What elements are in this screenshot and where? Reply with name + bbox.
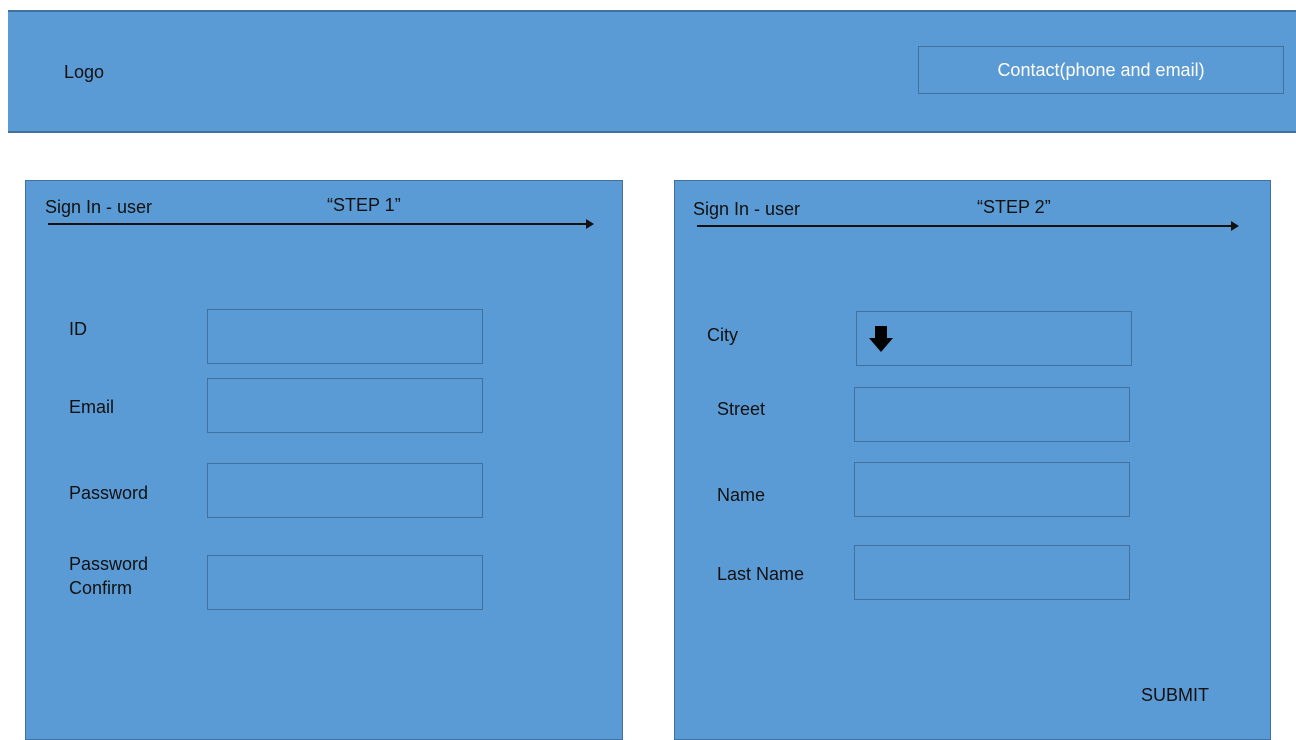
password-input[interactable] [207, 463, 483, 518]
step-arrow [697, 221, 1239, 231]
name-input[interactable] [854, 462, 1130, 517]
last-name-label: Last Name [717, 564, 805, 584]
arrow-down-icon [869, 326, 893, 352]
email-input[interactable] [207, 378, 483, 433]
signin-step1-panel: Sign In - user “STEP 1” ID Email Passwor… [25, 180, 623, 740]
password-label: Password [69, 483, 149, 503]
city-label: City [707, 325, 738, 345]
signin-step2-panel: Sign In - user “STEP 2” City Street Name… [674, 180, 1271, 740]
email-label: Email [69, 397, 115, 417]
street-label: Street [717, 399, 766, 419]
password-confirm-label-line1: Password [69, 554, 149, 574]
contact-button[interactable]: Contact(phone and email) [918, 46, 1284, 94]
password-confirm-label: Password Confirm [69, 552, 148, 600]
last-name-input[interactable] [854, 545, 1130, 600]
step-arrow [48, 219, 594, 229]
panel-title: Sign In - user [45, 197, 153, 217]
id-input[interactable] [207, 309, 483, 364]
submit-button[interactable]: SUBMIT [1141, 685, 1209, 706]
panel-title: Sign In - user [693, 199, 801, 219]
header-bar: Logo Contact(phone and email) [8, 10, 1296, 133]
street-input[interactable] [854, 387, 1130, 442]
logo: Logo [64, 62, 105, 82]
step-label: “STEP 2” [977, 197, 1051, 217]
password-confirm-input[interactable] [207, 555, 483, 610]
id-label: ID [69, 319, 87, 339]
name-label: Name [717, 485, 766, 505]
step-label: “STEP 1” [327, 195, 401, 215]
password-confirm-label-line2: Confirm [69, 578, 133, 598]
city-dropdown[interactable] [856, 311, 1132, 366]
